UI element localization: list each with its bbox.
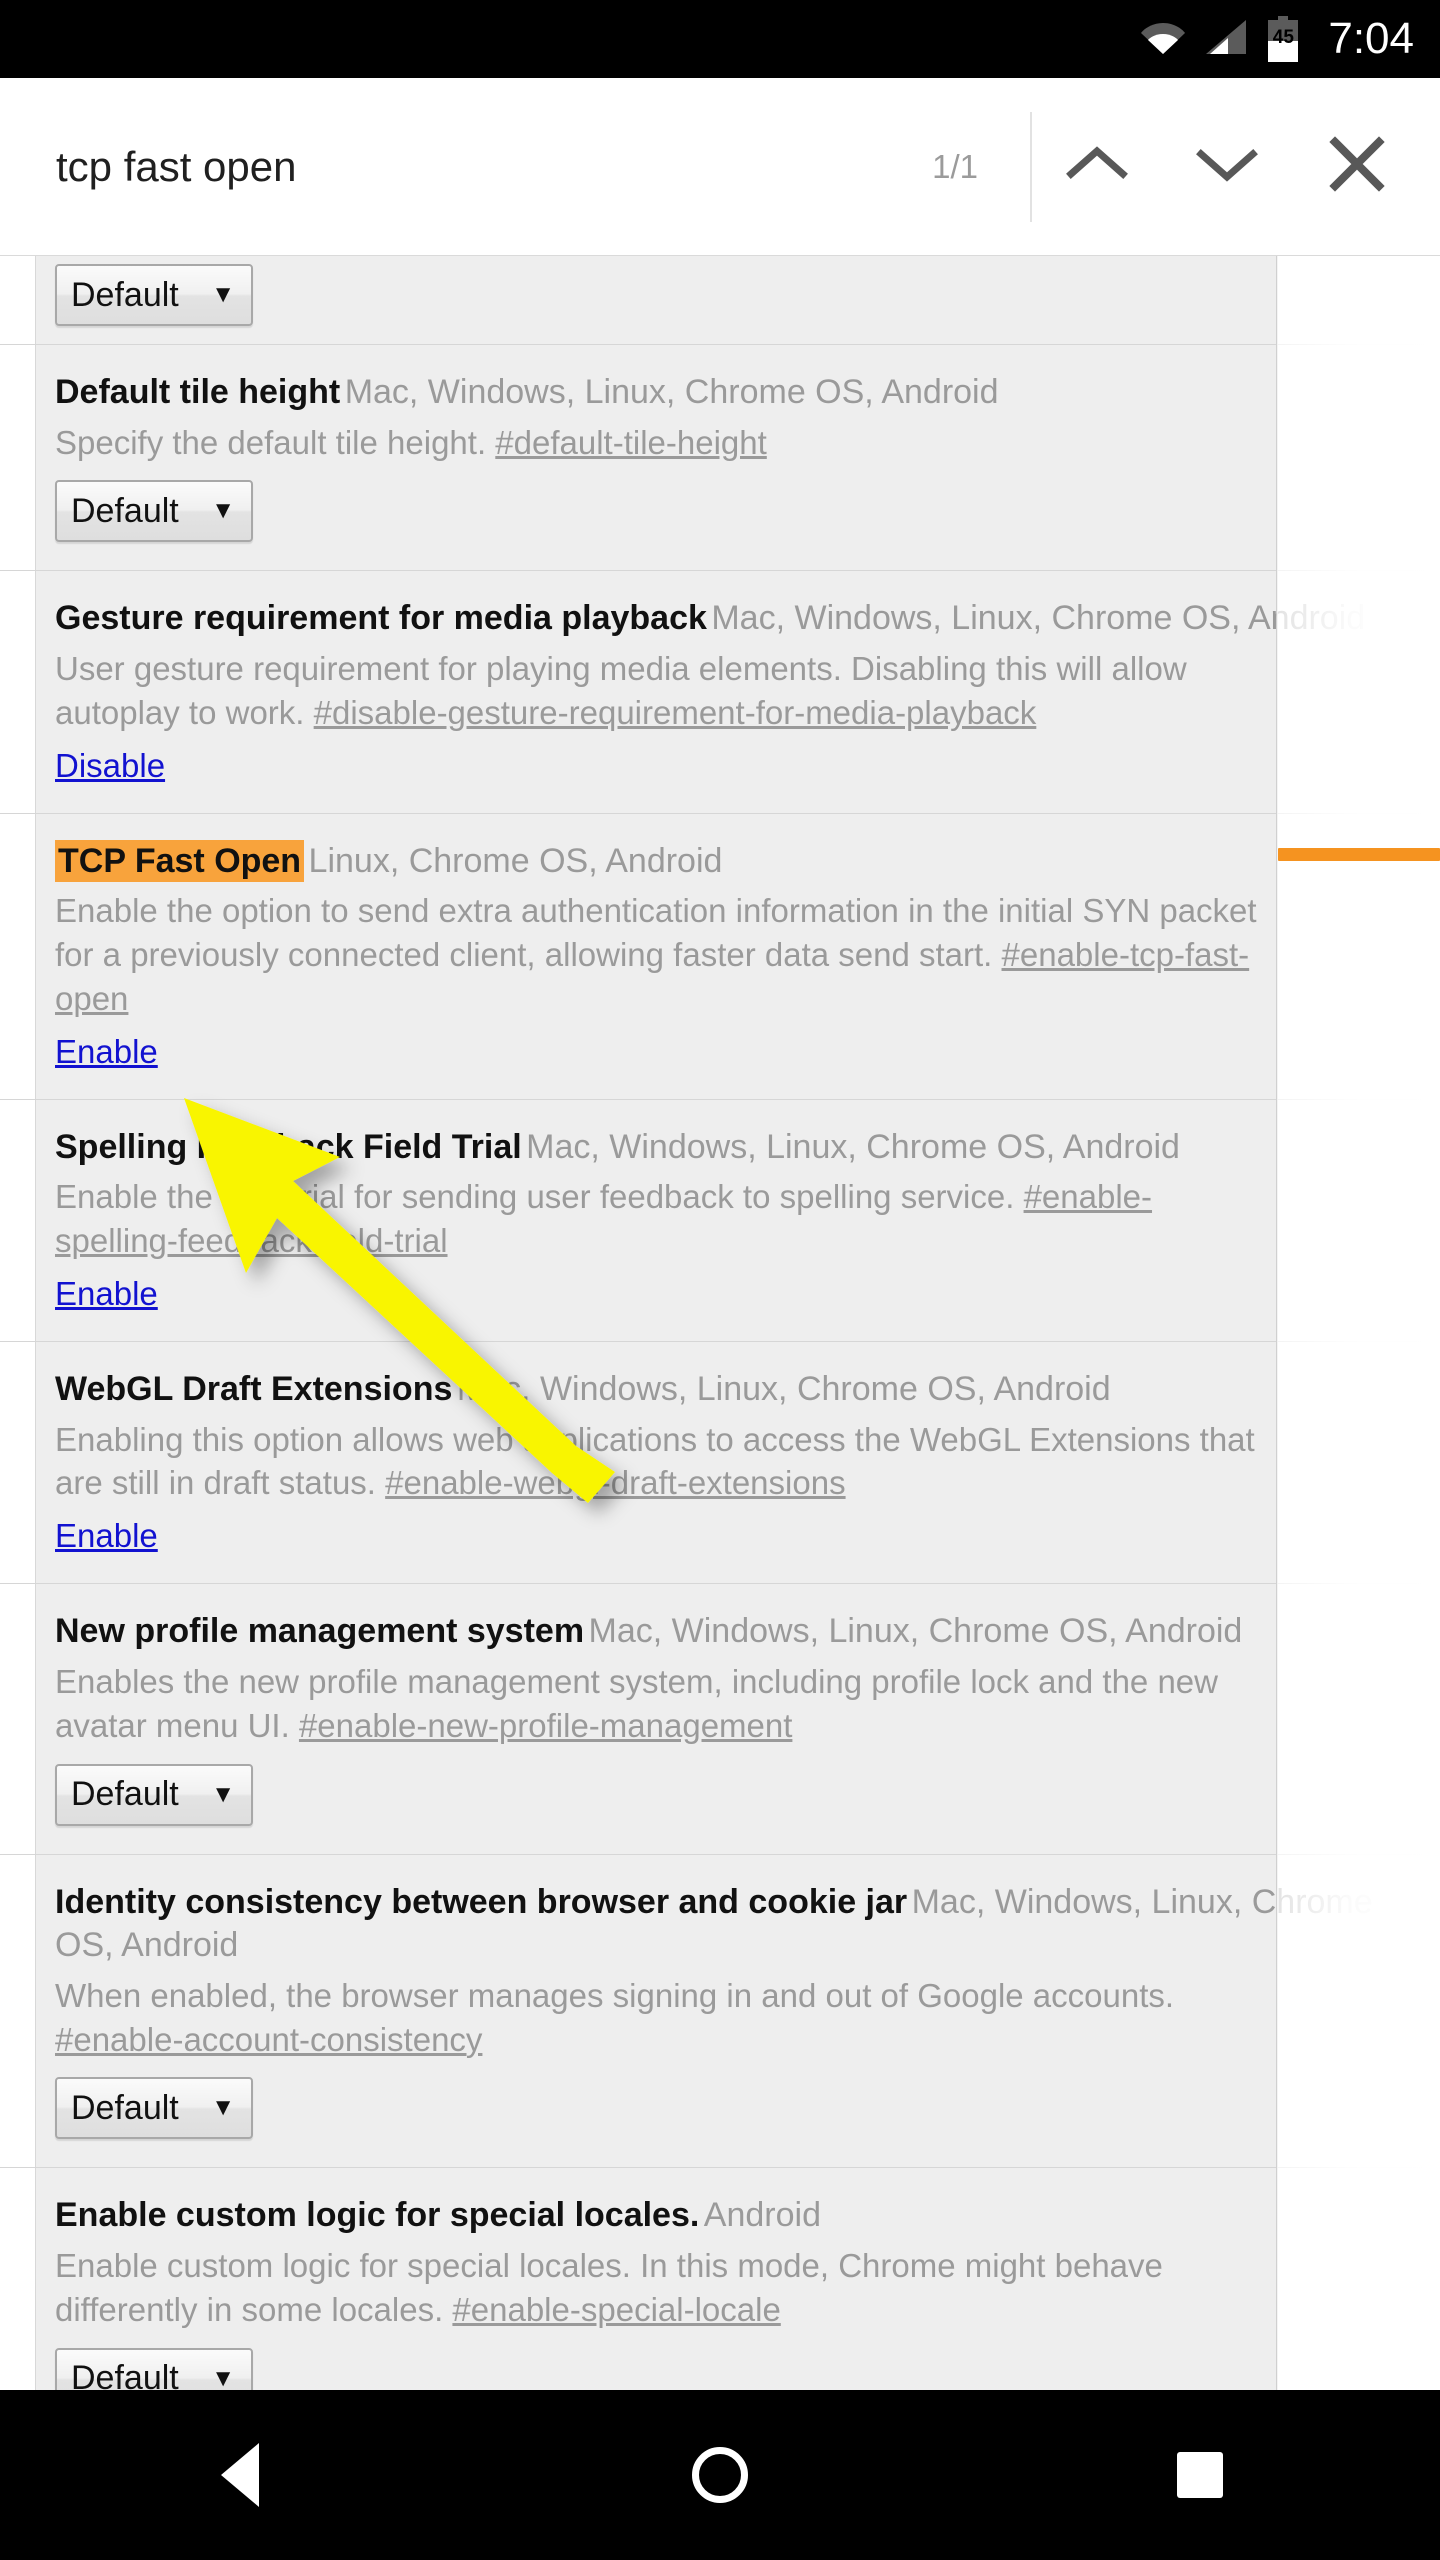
experiment-toggle-link[interactable]: Enable <box>55 1033 158 1071</box>
experiment-anchor[interactable]: #enable-new-profile-management <box>299 1707 792 1744</box>
experiment-description: Enables the new profile management syste… <box>55 1660 1270 1748</box>
experiment-description: Enabling this option allows web applicat… <box>55 1418 1270 1506</box>
experiment-row: Gesture requirement for media playback M… <box>0 570 1440 812</box>
chevron-down-icon: ▼ <box>211 497 235 525</box>
chevron-down-icon <box>1195 142 1259 191</box>
experiment-anchor[interactable]: #enable-special-locale <box>452 2291 780 2328</box>
experiment-select[interactable]: Default ▼ <box>55 480 253 543</box>
experiment-row: Enable custom logic for special locales.… <box>0 2167 1440 2390</box>
device-screen: 45 7:04 tcp fast open 1/1 Default ▼ Defa… <box>0 0 1440 2560</box>
experiment-anchor[interactable]: #enable-account-consistency <box>55 2021 482 2058</box>
flags-list: Default ▼ Default tile height Mac, Windo… <box>0 256 1440 2390</box>
nav-back-button[interactable] <box>130 2390 350 2560</box>
experiment-header: Gesture requirement for media playback M… <box>55 597 1440 641</box>
square-recents-icon <box>1177 2452 1223 2498</box>
find-close-button[interactable] <box>1292 78 1422 256</box>
experiment-description: Specify the default tile height. #defaul… <box>55 421 1270 465</box>
chevron-down-icon: ▼ <box>211 2094 235 2122</box>
experiment-row: Spelling Feedback Field Trial Mac, Windo… <box>0 1098 1440 1341</box>
experiment-header: TCP Fast Open Linux, Chrome OS, Android <box>55 839 1440 884</box>
find-query-input[interactable]: tcp fast open <box>56 143 297 191</box>
experiment-header: WebGL Draft Extensions Mac, Windows, Lin… <box>55 1368 1440 1412</box>
experiment-row: TCP Fast Open Linux, Chrome OS, Android … <box>0 812 1440 1099</box>
experiment-row: New profile management system Mac, Windo… <box>0 1583 1440 1853</box>
battery-level-label: 45 <box>1272 27 1294 48</box>
status-bar: 45 7:04 <box>0 0 1440 78</box>
experiment-title: Gesture requirement for media playback <box>55 599 707 638</box>
experiment-description-text: When enabled, the browser manages signin… <box>55 1976 1175 2014</box>
experiment-anchor[interactable]: #default-tile-height <box>495 424 767 461</box>
chevron-down-icon: ▼ <box>211 1780 235 1808</box>
experiment-title: New profile management system <box>55 1612 585 1651</box>
wifi-icon <box>1140 19 1186 60</box>
experiment-title: Default tile height <box>55 373 341 411</box>
experiment-description: Enable the option to send extra authenti… <box>55 889 1270 1021</box>
circle-home-icon <box>692 2447 748 2503</box>
experiment-platforms: Mac, Windows, Linux, Chrome OS, Android <box>344 373 999 411</box>
experiment-select[interactable]: Default ▼ <box>55 264 253 326</box>
experiment-anchor[interactable]: #disable-gesture-requirement-for-media-p… <box>314 694 1037 731</box>
close-icon <box>1326 133 1388 200</box>
experiment-select-value: Default <box>71 2088 179 2127</box>
experiment-select-value: Default <box>71 275 179 314</box>
experiment-toggle-link[interactable]: Disable <box>55 747 165 785</box>
nav-recents-button[interactable] <box>1090 2390 1310 2560</box>
experiment-row: Default ▼ <box>0 256 1440 344</box>
experiment-header: New profile management system Mac, Windo… <box>55 1610 1440 1654</box>
experiment-toggle-link[interactable]: Enable <box>55 1517 158 1555</box>
experiment-description-text: Enable the field trial for sending user … <box>55 1178 1015 1216</box>
experiment-platforms: Android <box>703 2196 821 2235</box>
experiment-select[interactable]: Default ▼ <box>55 1763 253 1826</box>
scrollbar-match-marker[interactable] <box>1278 848 1440 861</box>
experiment-select[interactable]: Default ▼ <box>55 2347 253 2390</box>
experiment-title: Spelling Feedback Field Trial <box>55 1127 522 1166</box>
experiment-row: Default tile height Mac, Windows, Linux,… <box>0 344 1440 570</box>
experiment-platforms: Mac, Windows, Linux, Chrome OS, Android <box>526 1127 1180 1166</box>
experiment-toggle-link[interactable]: Enable <box>55 1275 158 1313</box>
experiment-description: Enable custom logic for special locales.… <box>55 2244 1270 2332</box>
experiment-header: Enable custom logic for special locales.… <box>55 2194 1440 2238</box>
experiment-platforms: Mac, Windows, Linux, Chrome OS, Android <box>588 1612 1243 1651</box>
find-in-page-bar: tcp fast open 1/1 <box>0 78 1440 256</box>
find-previous-button[interactable] <box>1032 78 1162 256</box>
chevron-down-icon: ▼ <box>211 2364 235 2390</box>
clock-label: 7:04 <box>1328 14 1414 63</box>
experiment-select-value: Default <box>71 2359 179 2390</box>
experiment-description: Enable the field trial for sending user … <box>55 1175 1270 1263</box>
experiment-description-text: Specify the default tile height. <box>55 423 487 461</box>
experiment-header: Spelling Feedback Field Trial Mac, Windo… <box>55 1126 1440 1170</box>
cell-signal-icon <box>1204 19 1248 60</box>
experiment-row: WebGL Draft Extensions Mac, Windows, Lin… <box>0 1341 1440 1583</box>
experiment-title: WebGL Draft Extensions <box>55 1370 453 1409</box>
experiment-description: When enabled, the browser manages signin… <box>55 1974 1270 2062</box>
search-highlight: TCP Fast Open <box>55 839 305 882</box>
web-content-area[interactable]: Default ▼ Default tile height Mac, Windo… <box>0 256 1440 2390</box>
chevron-up-icon <box>1065 142 1129 191</box>
experiment-select[interactable]: Default ▼ <box>55 2077 253 2140</box>
experiment-platforms: Mac, Windows, Linux, Chrome OS, Android <box>711 599 1366 638</box>
experiment-title: Enable custom logic for special locales. <box>55 2196 700 2235</box>
experiment-anchor[interactable]: #enable-webgl-draft-extensions <box>385 1464 845 1501</box>
experiment-select-value: Default <box>71 1775 179 1814</box>
android-navigation-bar <box>0 2390 1440 2560</box>
chevron-down-icon: ▼ <box>211 281 235 308</box>
find-match-count: 1/1 <box>932 147 978 185</box>
find-next-button[interactable] <box>1162 78 1292 256</box>
experiment-platforms: Linux, Chrome OS, Android <box>308 841 723 880</box>
experiment-header: Identity consistency between browser and… <box>55 1881 1440 1968</box>
experiment-select-value: Default <box>71 491 179 530</box>
experiment-description: User gesture requirement for playing med… <box>55 647 1270 735</box>
experiment-platforms: Mac, Windows, Linux, Chrome OS, Android <box>456 1370 1111 1409</box>
battery-icon: 45 <box>1266 16 1300 62</box>
experiment-row: Identity consistency between browser and… <box>0 1853 1440 2168</box>
experiment-title: Identity consistency between browser and… <box>55 1882 908 1921</box>
experiment-title: TCP Fast Open <box>55 839 305 882</box>
nav-home-button[interactable] <box>610 2390 830 2560</box>
triangle-back-icon <box>221 2443 259 2507</box>
experiment-header: Default tile height Mac, Windows, Linux,… <box>55 371 1440 415</box>
